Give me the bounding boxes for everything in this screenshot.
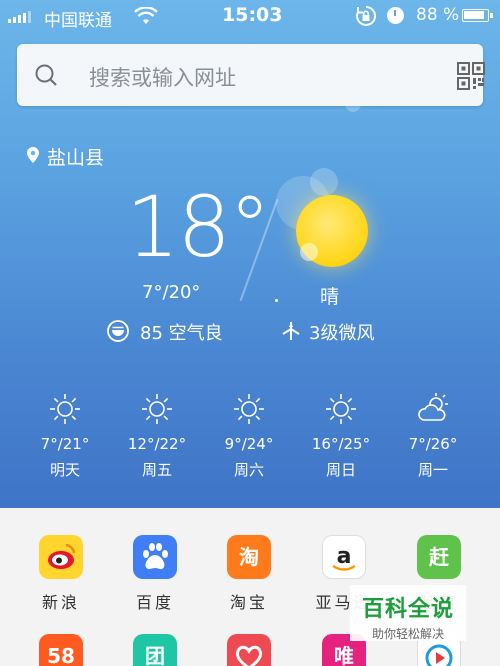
forecast-day[interactable]: 7°/21° 明天 [19,392,111,480]
forecast-row: 7°/21° 明天 12°/22° 周五 9°/24° 周六 16°/25° 周… [0,392,500,492]
watermark-subtitle: 助你轻松解决 [371,627,444,641]
light-bubble [310,168,338,196]
svg-text:a: a [337,544,352,569]
watermark-title: 百科全说 [361,597,454,622]
search-icon [35,64,57,86]
amazon-icon: a [322,535,366,579]
app-sina[interactable]: 新浪 [15,535,107,613]
carrier-name: 中国联通 [44,11,112,31]
temperature-range: 7°/20° [142,282,201,303]
vip-heart-icon [227,634,271,666]
forecast-day-label: 周日 [325,461,356,479]
partly-cloudy-icon [418,393,448,421]
wind-level: 3级微风 [309,323,375,344]
watermark: 百科全说 助你轻松解决 [350,585,466,641]
status-bar: 中国联通 15:03 88 % [0,0,500,32]
app-baidu[interactable]: 百度 [109,535,201,613]
qr-scan-icon[interactable] [457,62,485,90]
forecast-day-label: 周六 [233,461,264,479]
forecast-day-label: 周一 [417,461,448,479]
app-58[interactable]: 58 [15,634,107,666]
decor-dot [275,299,278,302]
baidu-icon [133,535,177,579]
forecast-day-label: 明天 [49,461,80,479]
forecast-temp: 9°/24° [224,435,274,453]
forecast-day[interactable]: 9°/24° 周六 [203,392,295,480]
ganji-icon: 赶 [417,535,461,579]
air-quality: 85 空气良 [140,323,223,344]
meituan-icon: 团 [133,634,177,666]
search-input[interactable]: 搜索或输入网址 [89,62,236,92]
battery-icon [462,9,493,22]
sun-icon [234,394,264,424]
location-name[interactable]: 盐山县 [47,143,104,170]
alarm-icon [387,7,404,24]
search-bar[interactable]: 搜索或输入网址 [17,44,485,106]
location-pin-icon [27,147,39,163]
forecast-temp: 12°/22° [127,435,187,453]
current-temperature: 18° [126,178,271,276]
sun-icon [326,394,356,424]
app-label: 淘宝 [229,593,268,612]
forecast-temp: 16°/25° [311,435,371,453]
wind-icon [282,322,300,340]
air-quality-icon [107,320,129,342]
wifi-icon [134,7,158,24]
app-heart[interactable] [203,634,295,666]
forecast-temp: 7°/21° [40,435,90,453]
app-label: 百度 [135,593,174,612]
58-icon: 58 [39,634,83,666]
sina-weibo-icon [39,535,83,579]
forecast-day[interactable]: 7°/26° 周一 [387,392,479,480]
battery-percent: 88 % [416,5,460,25]
rotation-lock-icon [356,5,377,26]
light-bubble [300,243,318,261]
signal-icon [8,10,31,23]
forecast-day[interactable]: 16°/25° 周日 [295,392,387,480]
forecast-day[interactable]: 12°/22° 周五 [111,392,203,480]
app-meituan[interactable]: 团 [109,634,201,666]
app-label: 新浪 [41,593,80,612]
taobao-icon: 淘 [227,535,271,579]
forecast-temp: 7°/26° [408,435,458,453]
app-taobao[interactable]: 淘 淘宝 [203,535,295,613]
forecast-day-label: 周五 [141,461,172,479]
sun-icon [50,394,80,424]
weather-panel[interactable]: 中国联通 15:03 88 % 搜索或输入网址 盐山县 18° 7°/20° 晴… [0,0,500,508]
sun-icon [142,394,172,424]
weather-condition: 晴 [320,286,340,308]
status-time: 15:03 [222,4,283,26]
